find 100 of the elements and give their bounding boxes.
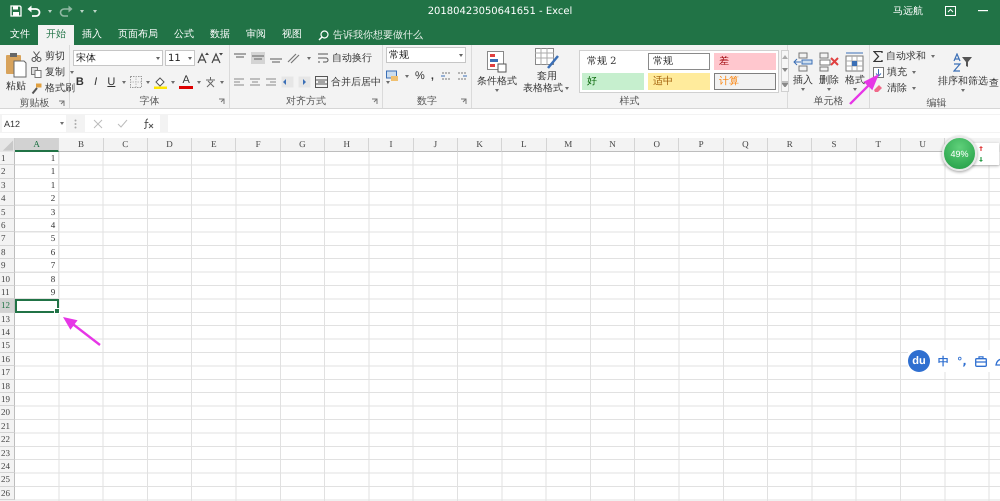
format-cells-button[interactable]: 格式: [843, 52, 867, 90]
text-orientation-icon[interactable]: [287, 52, 301, 64]
currency-icon[interactable]: [386, 70, 399, 82]
column-header[interactable]: A: [15, 138, 60, 152]
row-header[interactable]: 2: [0, 165, 15, 179]
italic-button[interactable]: I: [88, 76, 102, 88]
row-header[interactable]: 8: [0, 246, 15, 260]
column-header[interactable]: R: [768, 138, 812, 152]
insert-function-icon[interactable]: [142, 118, 154, 129]
delete-cells-button[interactable]: 删除: [817, 52, 841, 90]
column-header[interactable]: O: [635, 138, 680, 152]
row-header[interactable]: 14: [0, 326, 15, 340]
phonetic-icon[interactable]: [205, 76, 216, 88]
ribbon-tab[interactable]: 开始: [38, 25, 74, 45]
ribbon-tab[interactable]: 视图: [274, 25, 310, 45]
format-as-table-button[interactable]: 套用 表格格式: [521, 48, 573, 94]
column-header[interactable]: C: [104, 138, 148, 152]
column-header[interactable]: H: [325, 138, 370, 152]
decrease-indent-icon[interactable]: [281, 76, 294, 88]
row-header[interactable]: 25: [0, 473, 15, 487]
ribbon-tab[interactable]: 页面布局: [110, 25, 166, 45]
ribbon-display-icon[interactable]: [945, 6, 956, 16]
toolbox-icon[interactable]: [974, 356, 987, 366]
column-header[interactable]: U: [900, 138, 946, 152]
underline-button[interactable]: U: [104, 76, 118, 88]
font-size-dropdown[interactable]: 11: [165, 50, 195, 66]
bold-button[interactable]: B: [73, 76, 87, 88]
decrease-font-icon[interactable]: [211, 52, 223, 64]
row-header[interactable]: 20: [0, 406, 15, 420]
name-box[interactable]: A12: [2, 115, 66, 132]
vertical-align-icon[interactable]: [251, 52, 265, 64]
row-header[interactable]: 15: [0, 339, 15, 353]
row-header[interactable]: 6: [0, 218, 15, 232]
row-header[interactable]: 13: [0, 312, 15, 326]
row-header[interactable]: 5: [0, 206, 15, 219]
scroll-down-icon[interactable]: [782, 68, 788, 72]
row-header[interactable]: 3: [0, 178, 15, 192]
row-header[interactable]: 17: [0, 366, 15, 380]
column-header[interactable]: E: [192, 138, 236, 152]
paste-button[interactable]: 粘贴: [3, 52, 29, 92]
wrap-text-button[interactable]: 自动换行: [317, 50, 372, 66]
row-header[interactable]: 16: [0, 352, 15, 366]
row-header[interactable]: 9: [0, 259, 15, 273]
ime-logo[interactable]: du: [908, 350, 930, 372]
undo-icon[interactable]: [27, 5, 41, 17]
row-header[interactable]: 24: [0, 460, 15, 474]
row-header[interactable]: 10: [0, 272, 15, 286]
font-name-dropdown[interactable]: 宋体: [73, 50, 163, 66]
ribbon-tab[interactable]: 公式: [166, 25, 202, 45]
row-header[interactable]: 26: [0, 486, 15, 500]
save-icon[interactable]: [10, 5, 22, 17]
insert-cells-button[interactable]: 插入: [791, 52, 815, 90]
dialog-launcher-icon[interactable]: [460, 98, 467, 105]
column-header[interactable]: Q: [724, 138, 768, 152]
horizontal-align-icon[interactable]: [265, 76, 277, 88]
increase-font-icon[interactable]: [197, 52, 209, 64]
ribbon-tab[interactable]: 插入: [74, 25, 110, 45]
user-name[interactable]: 马远航: [893, 4, 923, 18]
dialog-launcher-icon[interactable]: [58, 100, 65, 107]
ribbon-tab[interactable]: 审阅: [238, 25, 274, 45]
selected-cell[interactable]: [15, 299, 60, 313]
gallery-scrollbar[interactable]: [781, 50, 789, 92]
cell-style-option[interactable]: 适中: [648, 72, 710, 90]
sort-filter-button[interactable]: 排序和筛选: [938, 52, 988, 92]
find-select-button[interactable]: 查: [989, 54, 1000, 90]
scroll-up-icon[interactable]: [782, 55, 788, 60]
cell-style-option[interactable]: 差: [714, 52, 776, 70]
number-format-dropdown[interactable]: 常规: [386, 47, 466, 63]
column-header[interactable]: B: [59, 138, 104, 152]
redo-icon[interactable]: [59, 5, 73, 17]
row-header[interactable]: 22: [0, 433, 15, 447]
input-mode-toggle[interactable]: 中: [938, 354, 949, 368]
horizontal-align-icon[interactable]: [233, 76, 245, 88]
dialog-launcher-icon[interactable]: [218, 98, 225, 105]
minimize-icon[interactable]: [978, 10, 988, 12]
ribbon-tab[interactable]: 文件: [2, 25, 38, 45]
checkmark-icon[interactable]: [117, 118, 128, 128]
increase-decimal-icon[interactable]: [440, 70, 452, 82]
comma-style-button[interactable]: ,: [428, 70, 436, 82]
column-header[interactable]: N: [590, 138, 636, 152]
row-header[interactable]: 21: [0, 420, 15, 434]
row-header[interactable]: 1: [0, 152, 15, 166]
horizontal-align-icon[interactable]: [249, 76, 261, 88]
cell-style-option[interactable]: 常规: [648, 52, 710, 70]
cell-style-option[interactable]: 好: [582, 72, 644, 90]
ribbon-tab[interactable]: 数据: [202, 25, 238, 45]
row-header[interactable]: 4: [0, 192, 15, 206]
cut-button[interactable]: 剪切: [31, 48, 76, 64]
font-color-button[interactable]: A: [179, 75, 193, 89]
decrease-decimal-icon[interactable]: [456, 70, 468, 82]
row-header[interactable]: 19: [0, 393, 15, 406]
conditional-format-button[interactable]: 条件格式: [475, 50, 519, 92]
row-header[interactable]: 23: [0, 446, 15, 460]
borders-icon[interactable]: [130, 76, 142, 88]
column-header[interactable]: F: [236, 138, 281, 152]
autosum-button[interactable]: 自动求和: [873, 48, 937, 64]
punctuation-toggle[interactable]: °,: [957, 354, 967, 368]
column-header[interactable]: D: [148, 138, 192, 152]
column-header[interactable]: I: [369, 138, 414, 152]
column-header[interactable]: J: [414, 138, 458, 152]
